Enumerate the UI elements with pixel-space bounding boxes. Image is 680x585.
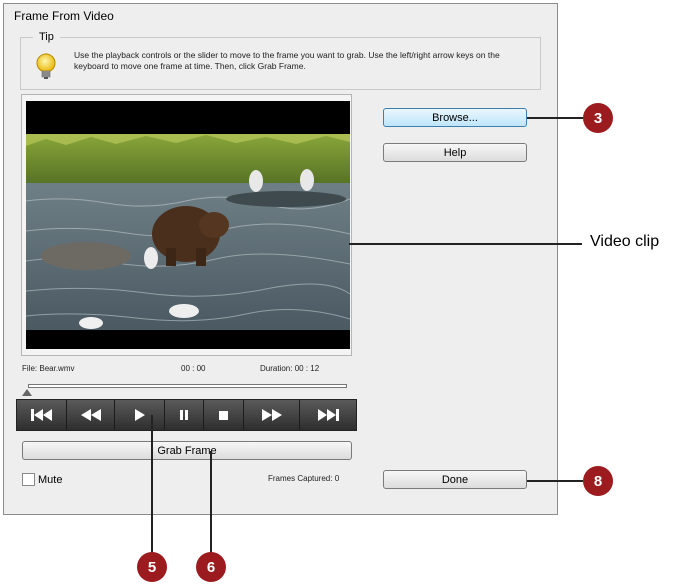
- tip-legend: Tip: [33, 31, 60, 43]
- pause-icon: [180, 410, 189, 420]
- callout-line-done: [527, 480, 583, 482]
- skip-to-end-button[interactable]: [300, 400, 356, 430]
- callout-number-browse: 3: [583, 103, 613, 133]
- mute-checkbox-row[interactable]: Mute: [22, 473, 62, 486]
- play-icon: [134, 409, 145, 421]
- browse-button[interactable]: Browse...: [383, 108, 527, 127]
- frames-captured: Frames Captured: 0: [268, 474, 339, 483]
- fast-forward-button[interactable]: [244, 400, 301, 430]
- callout-line-grab-frame: [210, 451, 212, 553]
- callout-label-video-clip: Video clip: [590, 233, 660, 250]
- skip-to-start-icon: [30, 409, 52, 421]
- position-readout: 00 : 00: [181, 364, 206, 373]
- rewind-button[interactable]: [67, 400, 116, 430]
- file-label: File:: [22, 364, 38, 373]
- duration-label: Duration:: [260, 364, 293, 373]
- done-button[interactable]: Done: [383, 470, 527, 489]
- callout-line-play: [151, 415, 153, 553]
- help-button[interactable]: Help: [383, 143, 527, 162]
- frames-captured-count: 0: [334, 474, 340, 483]
- callout-line-browse: [527, 117, 583, 119]
- duration-value: 00 : 12: [294, 364, 320, 373]
- file-info: File: Bear.wmv: [22, 364, 74, 373]
- fast-forward-icon: [261, 409, 282, 421]
- callout-number-grab-frame: 6: [196, 552, 226, 582]
- rewind-icon: [80, 409, 101, 421]
- file-name: Bear.wmv: [39, 364, 75, 373]
- transport-controls: [16, 399, 357, 431]
- callout-number-done: 8: [583, 466, 613, 496]
- skip-to-end-icon: [318, 409, 339, 421]
- lightbulb-icon: [33, 52, 59, 82]
- stop-button[interactable]: [203, 400, 244, 430]
- skip-to-start-button[interactable]: [17, 400, 68, 430]
- duration-readout: Duration: 00 : 12: [260, 364, 319, 373]
- seek-slider-thumb[interactable]: [22, 389, 32, 396]
- grab-frame-button[interactable]: Grab Frame: [22, 441, 352, 460]
- video-frame-image: [26, 101, 350, 349]
- play-button[interactable]: [115, 400, 166, 430]
- stop-icon: [218, 410, 228, 420]
- callout-number-play: 5: [137, 552, 167, 582]
- video-preview[interactable]: [26, 101, 350, 349]
- mute-checkbox[interactable]: [22, 473, 35, 486]
- callout-line-video-clip: [349, 243, 582, 245]
- tip-text: Use the playback controls or the slider …: [74, 50, 500, 71]
- pause-button[interactable]: [165, 400, 204, 430]
- seek-slider[interactable]: [28, 384, 347, 388]
- mute-label: Mute: [38, 473, 63, 486]
- frames-captured-label: Frames Captured:: [268, 474, 333, 483]
- window-title: Frame From Video: [14, 9, 114, 23]
